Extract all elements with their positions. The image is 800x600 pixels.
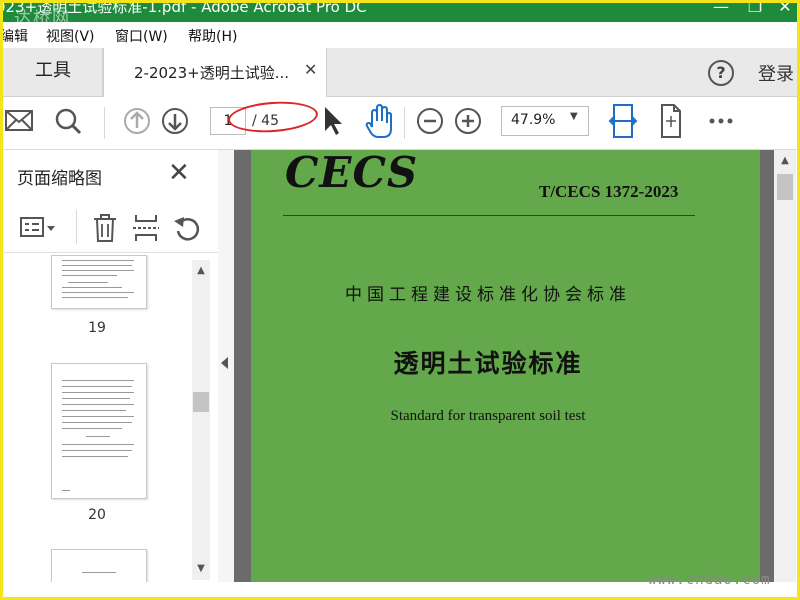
- close-window-button[interactable]: ✕: [770, 0, 800, 20]
- menu-view[interactable]: 视图(V): [46, 26, 95, 46]
- scrollbar-thumb[interactable]: [193, 392, 209, 412]
- search-icon[interactable]: [54, 97, 82, 149]
- tab-bar: 工具 2-2023+透明土试验... ✕: [0, 48, 800, 97]
- scroll-up-icon[interactable]: ▲: [774, 152, 796, 170]
- association-name: 中国工程建设标准化协会标准: [345, 285, 631, 305]
- pdf-page: CECS T/CECS 1372-2023 中国工程建设标准化协会标准 透明土试…: [251, 150, 760, 582]
- mail-icon[interactable]: [4, 97, 34, 149]
- main-toolbar: 1 / 45 47.9% ▼: [0, 97, 800, 150]
- fit-width-icon[interactable]: [608, 97, 638, 149]
- zoom-value: 47.9%: [511, 112, 556, 128]
- panel-divider: [76, 210, 77, 244]
- standard-number: T/CECS 1372-2023: [539, 182, 679, 201]
- menu-bar: 编辑 视图(V) 窗口(W) 帮助(H): [0, 22, 800, 48]
- more-icon[interactable]: [708, 97, 736, 149]
- window-titlebar: 023+透明土试验标准-1.pdf - Adobe Acrobat Pro DC…: [0, 0, 800, 29]
- minimize-button[interactable]: —: [706, 0, 736, 20]
- thumbnail-page-21[interactable]: [51, 549, 147, 582]
- zoom-out-icon[interactable]: [416, 97, 444, 149]
- panel-close-icon[interactable]: ✕: [168, 158, 190, 188]
- options-menu-icon[interactable]: [20, 214, 58, 246]
- scroll-up-icon[interactable]: ▲: [192, 262, 210, 280]
- hand-tool-icon[interactable]: [364, 97, 394, 149]
- menu-window[interactable]: 窗口(W): [115, 26, 168, 46]
- thumbnail-scrollbar[interactable]: ▲ ▼: [192, 260, 210, 580]
- thumbnail-label: 20: [88, 507, 106, 523]
- menu-help[interactable]: 帮助(H): [188, 26, 237, 46]
- scroll-down-icon[interactable]: ▼: [192, 560, 210, 578]
- zoom-select[interactable]: 47.9% ▼: [501, 106, 589, 136]
- scrollbar-thumb[interactable]: [777, 174, 793, 200]
- toolbar-divider: [104, 107, 105, 139]
- tab-tools[interactable]: 工具: [4, 48, 103, 96]
- document-title-en: Standard for transparent soil test: [390, 408, 586, 424]
- document-title-cn: 透明土试验标准: [393, 349, 583, 378]
- restore-button[interactable]: ❐: [740, 0, 770, 20]
- toolbar-divider: [404, 107, 405, 139]
- panel-collapse-handle[interactable]: [218, 150, 234, 582]
- login-button[interactable]: 登录: [758, 60, 794, 86]
- panel-toolbar: [4, 204, 218, 253]
- thumbnail-label: 19: [88, 320, 106, 336]
- rotate-page-icon[interactable]: [656, 97, 686, 149]
- select-cursor-icon[interactable]: [320, 97, 344, 149]
- document-view: CECS T/CECS 1372-2023 中国工程建设标准化协会标准 透明土试…: [234, 150, 774, 582]
- tab-close-icon[interactable]: ✕: [304, 60, 317, 79]
- thumbnail-list: 19 20: [4, 255, 190, 582]
- site-watermark: www.cndao.com: [648, 572, 771, 588]
- next-page-icon[interactable]: [161, 97, 189, 149]
- cecs-logo: CECS: [285, 150, 419, 197]
- help-icon[interactable]: ?: [708, 60, 734, 86]
- collapse-arrow-icon: [221, 357, 228, 369]
- menu-edit[interactable]: 编辑: [0, 26, 28, 46]
- header-rule: [283, 215, 695, 216]
- chevron-down-icon: ▼: [570, 111, 578, 122]
- tab-document-label: 2-2023+透明土试验...: [134, 64, 290, 82]
- panel-title: 页面缩略图: [17, 169, 102, 189]
- zoom-in-icon[interactable]: [454, 97, 482, 149]
- thumbnail-page-20[interactable]: [51, 363, 147, 499]
- prev-page-icon[interactable]: [123, 97, 151, 149]
- tab-document[interactable]: 2-2023+透明土试验... ✕: [103, 48, 327, 97]
- trash-icon[interactable]: [92, 213, 118, 247]
- extract-pages-icon[interactable]: [132, 213, 160, 247]
- thumbnail-page-19[interactable]: [51, 255, 147, 309]
- thumbnail-panel: 页面缩略图 ✕ 19 20 ▲ ▼: [4, 150, 219, 582]
- undo-rotate-icon[interactable]: [172, 213, 202, 247]
- document-scrollbar[interactable]: ▲: [774, 150, 796, 582]
